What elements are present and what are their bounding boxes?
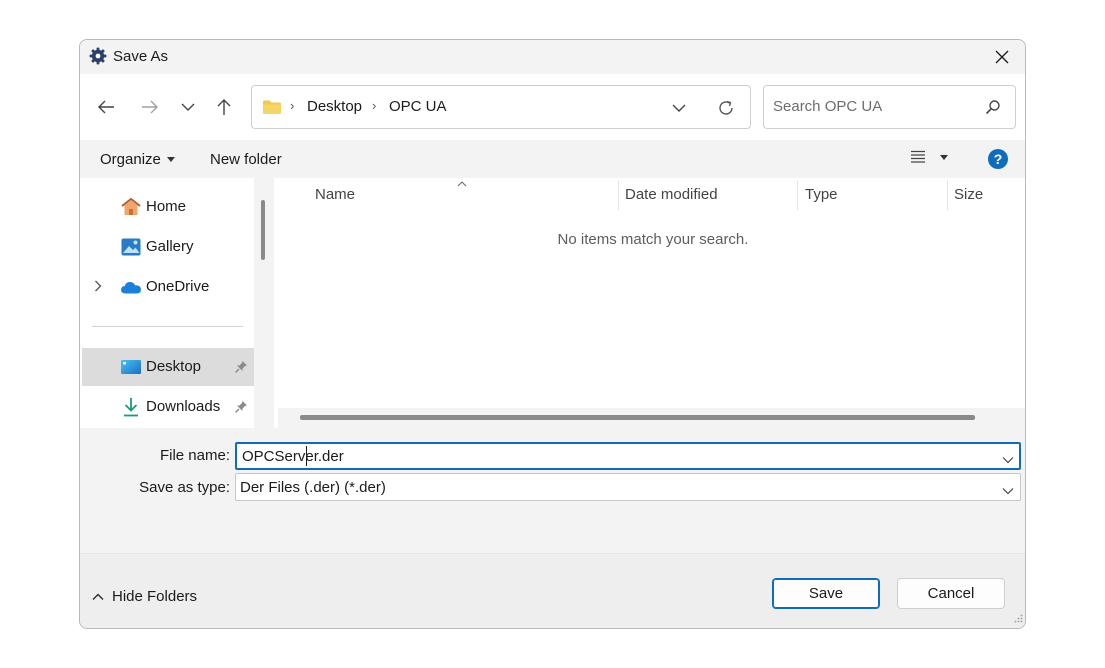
caret-down-icon (940, 154, 948, 160)
breadcrumb-desktop[interactable]: Desktop (307, 98, 362, 115)
folder-icon (262, 99, 282, 119)
sidebar-item-label: OneDrive (146, 278, 210, 295)
pin-icon[interactable] (234, 360, 248, 378)
cloud-icon (120, 277, 142, 297)
text-cursor (306, 446, 307, 466)
horizontal-scrollbar-thumb[interactable] (300, 415, 975, 420)
arrow-right-icon (142, 100, 158, 114)
back-button[interactable] (90, 92, 122, 122)
sidebar-scrollbar-thumb[interactable] (261, 200, 265, 260)
file-name-value[interactable]: OPCServer.der (242, 448, 344, 465)
refresh-icon (719, 100, 733, 115)
search-icon[interactable] (985, 99, 1001, 119)
sidebar-item-downloads[interactable]: Downloads (80, 388, 252, 426)
column-header-date-modified[interactable]: Date modified (625, 186, 718, 203)
chevron-down-icon (181, 103, 195, 111)
desktop-icon (120, 357, 142, 377)
gear-icon (89, 47, 107, 65)
file-list-horizontal-scrollbar[interactable] (278, 408, 1025, 428)
chevron-right-icon[interactable] (94, 279, 102, 296)
save-form: File name: OPCServer.der Save as type: D… (80, 428, 1025, 553)
file-name-field[interactable]: OPCServer.der (235, 442, 1021, 470)
save-as-type-value: Der Files (.der) (*.der) (240, 479, 386, 496)
sidebar-item-home[interactable]: Home (80, 188, 252, 226)
empty-folder-message: No items match your search. (557, 231, 749, 248)
sidebar-item-desktop[interactable]: Desktop (82, 348, 254, 386)
close-icon (995, 50, 1009, 64)
new-folder-button[interactable]: New folder (210, 151, 282, 168)
file-name-label: File name: (159, 447, 230, 464)
address-dropdown-button[interactable] (667, 98, 691, 118)
pin-icon[interactable] (234, 400, 248, 418)
close-button[interactable] (979, 40, 1025, 74)
sidebar-divider (92, 326, 243, 327)
caret-down-icon (166, 157, 175, 162)
gallery-icon (120, 237, 142, 257)
view-options-button[interactable] (910, 150, 948, 164)
organize-button[interactable]: Organize (100, 151, 175, 168)
sidebar-item-label: Downloads (146, 398, 221, 415)
column-divider[interactable] (618, 180, 619, 210)
organize-label: Organize (100, 151, 161, 168)
recent-locations-button[interactable] (172, 92, 204, 122)
save-as-type-select[interactable]: Der Files (.der) (*.der) (235, 473, 1021, 501)
sidebar-item-gallery[interactable]: Gallery (80, 228, 252, 266)
file-list: Name Date modified Type Size No items ma… (274, 178, 1025, 428)
search-box[interactable] (763, 85, 1016, 129)
arrow-up-icon (217, 99, 231, 115)
hide-folders-button[interactable]: Hide Folders (92, 588, 197, 605)
refresh-button[interactable] (714, 97, 738, 119)
chevron-down-icon[interactable] (1002, 451, 1014, 468)
arrow-left-icon (98, 100, 114, 114)
window-title: Save As (113, 48, 169, 65)
column-header-name[interactable]: Name (315, 186, 355, 203)
download-icon (120, 397, 142, 417)
sidebar-item-onedrive[interactable]: OneDrive (80, 268, 252, 306)
save-as-type-label: Save as type: (139, 479, 230, 496)
command-bar: Organize New folder ? (80, 140, 1025, 178)
sidebar-scrollbar[interactable] (254, 178, 274, 428)
chevron-up-icon (92, 592, 104, 600)
dialog-footer: Hide Folders Save Cancel (80, 553, 1025, 628)
column-divider[interactable] (947, 180, 948, 210)
search-input[interactable] (773, 98, 973, 115)
sidebar-item-label: Home (146, 198, 187, 215)
save-as-dialog: Save As › Desktop › OPC UA Search OPC UA… (79, 39, 1026, 629)
breadcrumb-separator: › (290, 98, 295, 113)
up-button[interactable] (208, 92, 240, 122)
list-view-icon (911, 150, 925, 163)
cancel-button[interactable]: Cancel (897, 578, 1005, 609)
save-button[interactable]: Save (772, 578, 880, 609)
column-header-size[interactable]: Size (954, 186, 983, 203)
sidebar-item-label: Desktop (146, 358, 202, 375)
home-icon (120, 197, 142, 217)
navigation-bar: › Desktop › OPC UA (80, 74, 1025, 140)
breadcrumb-opc-ua[interactable]: OPC UA (389, 98, 447, 115)
column-divider[interactable] (797, 180, 798, 210)
address-bar[interactable]: › Desktop › OPC UA (251, 85, 751, 129)
sort-ascending-icon (457, 178, 467, 190)
hide-folders-label: Hide Folders (112, 588, 198, 605)
resize-grip-icon[interactable] (1013, 611, 1023, 628)
forward-button[interactable] (134, 92, 166, 122)
navigation-pane: Home Gallery OneDrive Desktop Downloads (80, 178, 254, 428)
help-button[interactable]: ? (988, 149, 1008, 169)
column-header-type[interactable]: Type (805, 186, 838, 203)
title-bar: Save As (80, 40, 1025, 74)
chevron-down-icon (672, 104, 686, 112)
breadcrumb-separator: › (372, 98, 377, 113)
sidebar-item-label: Gallery (146, 238, 194, 255)
chevron-down-icon[interactable] (1002, 482, 1014, 499)
